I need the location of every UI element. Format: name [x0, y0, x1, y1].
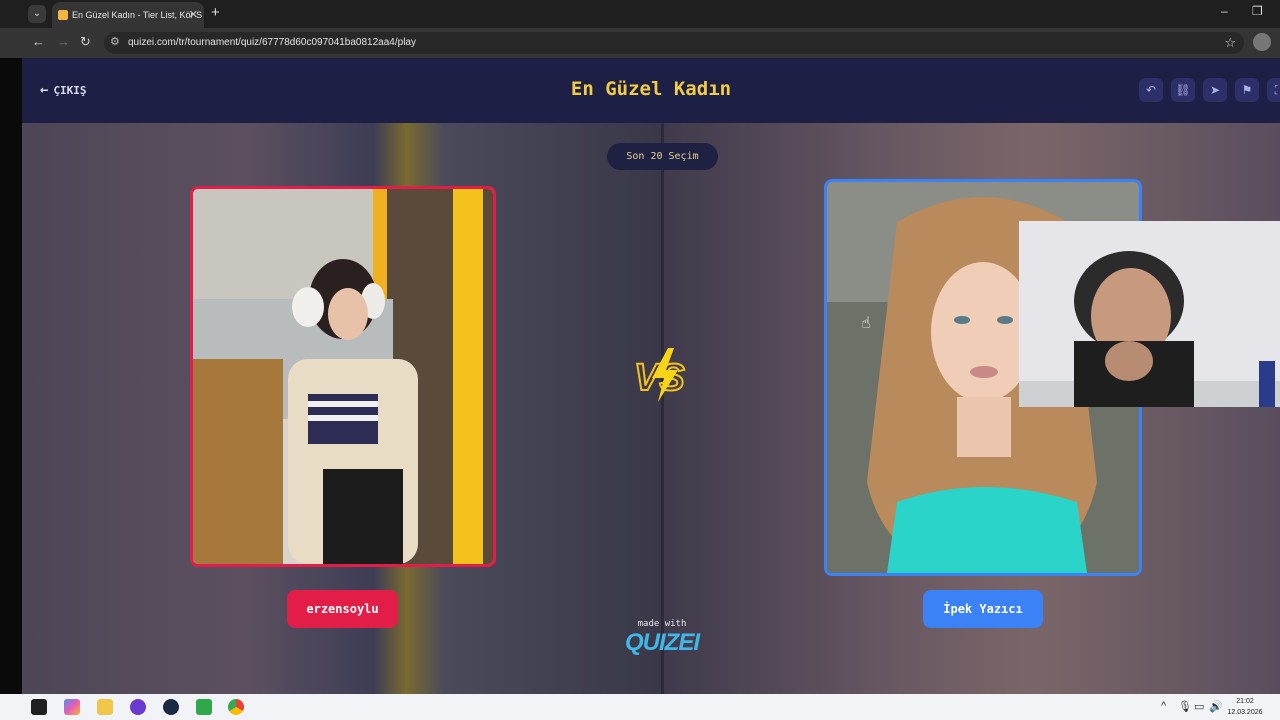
- obs-icon[interactable]: [130, 699, 146, 715]
- url-text: quizei.com/tr/tournament/quiz/67778d60c0…: [128, 37, 416, 48]
- webcam-overlay: [1019, 221, 1280, 407]
- file-explorer-icon[interactable]: [97, 699, 113, 715]
- left-choice-photo: [193, 189, 493, 564]
- quizei-logo: QUIZEI: [624, 629, 700, 656]
- right-choice-name-button[interactable]: İpek Yazıcı: [923, 590, 1043, 628]
- link-icon: ⛓: [1175, 83, 1191, 97]
- site-info-icon[interactable]: ⚙: [110, 35, 120, 48]
- chrome-icon[interactable]: [228, 699, 244, 715]
- windows-start-icon[interactable]: [31, 699, 47, 715]
- app-icon[interactable]: [196, 699, 212, 715]
- tab-search-icon[interactable]: ⌄: [28, 5, 46, 23]
- left-choice-card[interactable]: [190, 186, 496, 567]
- report-button[interactable]: ⚑: [1235, 78, 1259, 102]
- tab-favicon-icon: [58, 10, 68, 20]
- bookmark-star-icon[interactable]: ☆: [1224, 35, 1236, 51]
- page-title: En Güzel Kadın: [570, 78, 732, 100]
- tab-title: En Güzel Kadın - Tier List, Kör S: [72, 10, 203, 20]
- send-button[interactable]: ➤: [1203, 78, 1227, 102]
- reload-icon[interactable]: ↻: [80, 34, 91, 50]
- browser-tab[interactable]: En Güzel Kadın - Tier List, Kör S ✕: [52, 2, 204, 28]
- center-divider: [661, 123, 664, 694]
- minimize-button[interactable]: –: [1221, 4, 1228, 18]
- clock-date: 12.03.2026: [1227, 709, 1263, 716]
- mouse-cursor-icon: ☝: [861, 315, 871, 332]
- back-icon[interactable]: ←: [32, 34, 45, 49]
- system-clock[interactable]: 21:02 12.03.2026: [1222, 696, 1268, 718]
- copilot-icon[interactable]: [64, 699, 80, 715]
- browser-tab-strip: ⌄ En Güzel Kadın - Tier List, Kör S ✕ + …: [0, 0, 1280, 28]
- forward-icon[interactable]: →: [57, 34, 70, 49]
- fullscreen-button[interactable]: ⛶: [1267, 78, 1280, 102]
- volume-icon[interactable]: 🔊: [1209, 700, 1223, 713]
- vs-lightning-icon: VS: [633, 348, 686, 402]
- tab-close-icon[interactable]: ✕: [189, 2, 198, 28]
- undo-button[interactable]: ↶: [1139, 78, 1163, 102]
- new-tab-button[interactable]: +: [211, 4, 220, 21]
- send-icon: ➤: [1209, 83, 1221, 97]
- undo-icon: ↶: [1145, 83, 1157, 97]
- flag-icon: ⚑: [1241, 83, 1253, 97]
- address-bar[interactable]: ⚙ quizei.com/tr/tournament/quiz/67778d60…: [104, 32, 1244, 54]
- share-link-button[interactable]: ⛓: [1171, 78, 1195, 102]
- browser-toolbar: ← → ↻ ⚙ quizei.com/tr/tournament/quiz/67…: [0, 28, 1280, 58]
- windows-taskbar: ^ 🎙 ▭ 🔊 21:02 12.03.2026: [0, 694, 1280, 720]
- quiz-page: ← ÇIKIŞ En Güzel Kadın ↶ ⛓ ➤ ⚑ ⛶ Son 20 S…: [22, 58, 1280, 694]
- webcam-video: [1019, 221, 1280, 407]
- restore-button[interactable]: ❐: [1252, 4, 1263, 18]
- made-with-label: made with: [637, 619, 687, 629]
- left-choice-name-button[interactable]: erzensoylu: [287, 590, 398, 628]
- steam-icon[interactable]: [163, 699, 179, 715]
- expand-icon: ⛶: [1274, 83, 1280, 97]
- microphone-icon[interactable]: 🎙: [1178, 700, 1192, 713]
- made-with-quizei[interactable]: made with QUIZEI: [620, 619, 704, 657]
- round-badge: Son 20 Seçim: [607, 143, 718, 170]
- clock-time: 21:02: [1236, 698, 1254, 705]
- network-icon[interactable]: ▭: [1194, 700, 1204, 713]
- quiz-header: ← ÇIKIŞ En Güzel Kadın ↶ ⛓ ➤ ⚑ ⛶: [22, 58, 1280, 123]
- profile-avatar[interactable]: [1253, 33, 1271, 51]
- tray-chevron-icon[interactable]: ^: [1161, 700, 1166, 712]
- left-edge: [0, 58, 22, 694]
